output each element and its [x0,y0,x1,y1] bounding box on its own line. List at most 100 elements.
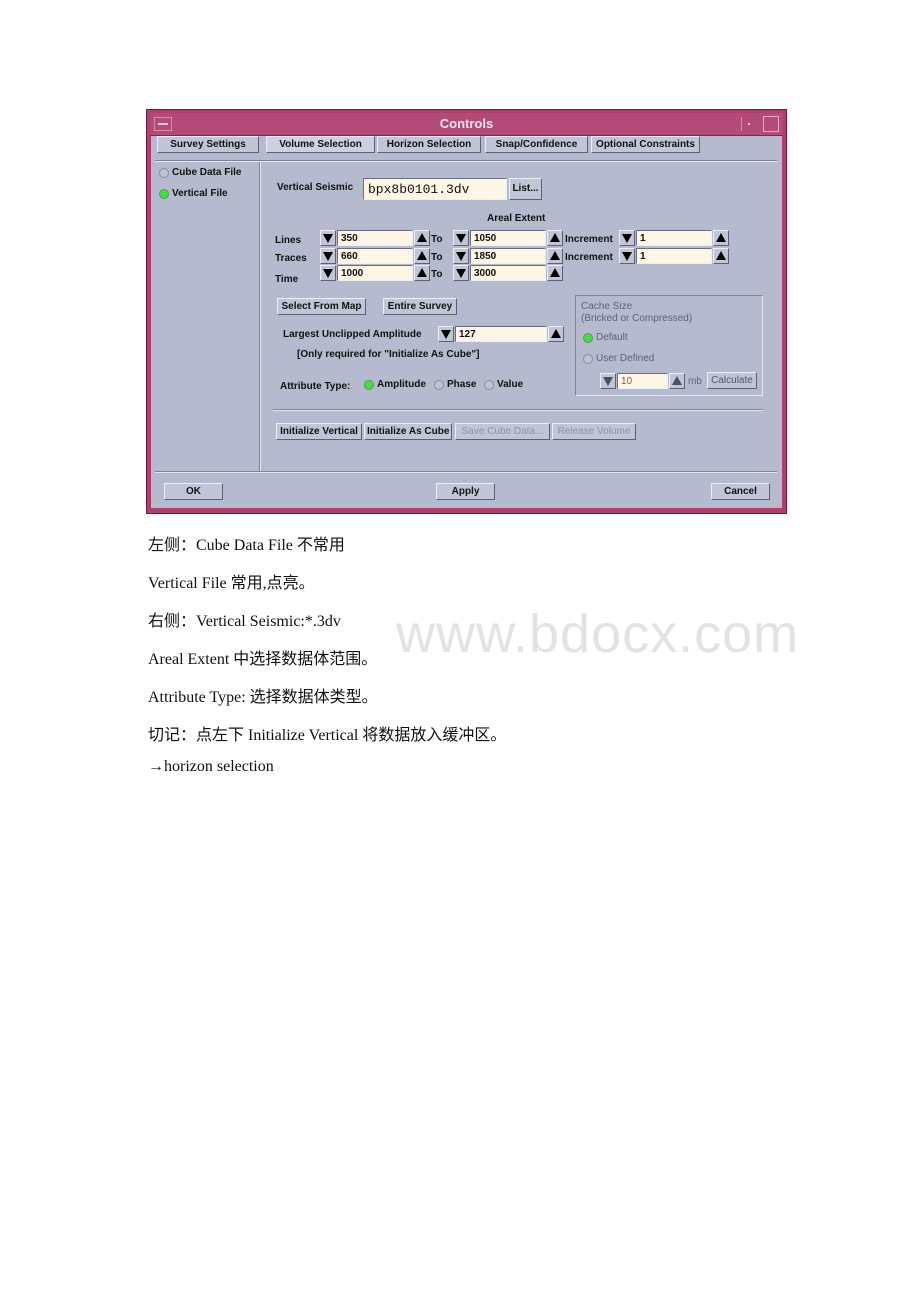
traces-increment-increment[interactable] [713,248,729,264]
action-divider [273,409,763,411]
cache-increment[interactable] [669,373,685,389]
apply-button[interactable]: Apply [436,483,495,500]
cache-decrement[interactable] [600,373,616,389]
radio-cache-user-defined[interactable]: User Defined [583,353,654,364]
doc-line-left: 左侧：Cube Data File 不常用 [148,537,345,554]
tab-volume-selection[interactable]: Volume Selection [266,136,375,153]
radio-label: Default [596,332,628,343]
vertical-seismic-input[interactable] [363,178,507,200]
radio-cube-data-file[interactable]: Cube Data File [159,167,241,178]
radio-indicator [583,353,593,364]
radio-indicator [484,379,494,390]
tab-snap-confidence[interactable]: Snap/Confidence [485,136,588,153]
save-cube-data-button[interactable]: Save Cube Data... [455,423,550,440]
ok-button[interactable]: OK [164,483,223,500]
traces-to-decrement[interactable] [453,248,469,264]
time-from-increment[interactable] [414,265,430,281]
initialize-as-cube-button[interactable]: Initialize As Cube [364,423,452,440]
cache-size-subtitle: (Bricked or Compressed) [581,313,693,324]
radio-indicator [583,332,593,343]
to-label: To [431,252,443,263]
radio-label: Value [497,379,524,390]
tab-horizon-selection[interactable]: Horizon Selection [377,136,481,153]
time-from-decrement[interactable] [320,265,336,281]
increment-label: Increment [565,252,613,263]
radio-indicator [159,188,169,199]
lines-increment-decrement[interactable] [619,230,635,246]
vertical-seismic-label: Vertical Seismic [277,182,354,193]
amplitude-decrement[interactable] [438,326,454,342]
time-label: Time [275,274,299,285]
controls-window: Controls Survey Settings Volume Selectio… [146,109,787,514]
traces-label: Traces [275,253,307,264]
doc-line-attribute-type: Attribute Type: 选择数据体类型。 [148,689,378,706]
tab-survey-settings[interactable]: Survey Settings [157,136,259,153]
initialize-vertical-button[interactable]: Initialize Vertical [276,423,362,440]
radio-vertical-file[interactable]: Vertical File [159,188,228,199]
radio-label: Cube Data File [172,167,242,178]
doc-line-vertical-file: Vertical File 常用,点亮。 [148,575,315,592]
radio-label: Phase [447,379,477,390]
radio-amplitude[interactable]: Amplitude [364,379,426,390]
time-from-input[interactable] [337,265,413,281]
radio-indicator [159,167,169,178]
minimize-icon[interactable] [741,117,757,131]
traces-from-increment[interactable] [414,248,430,264]
amplitude-label: Largest Unclipped Amplitude [283,329,422,340]
calculate-button[interactable]: Calculate [707,372,757,389]
maximize-icon[interactable] [763,116,779,132]
lines-from-decrement[interactable] [320,230,336,246]
increment-label: Increment [565,234,613,245]
amplitude-note: [Only required for "Initialize As Cube"] [297,349,480,360]
select-from-map-button[interactable]: Select From Map [277,298,366,315]
list-button[interactable]: List... [509,178,542,200]
lines-label: Lines [275,235,302,246]
footer-divider [155,471,777,473]
traces-from-decrement[interactable] [320,248,336,264]
lines-from-input[interactable] [337,230,413,246]
areal-extent-heading: Areal Extent [487,213,546,224]
radio-phase[interactable]: Phase [434,379,476,390]
lines-from-increment[interactable] [414,230,430,246]
window-title: Controls [439,116,494,131]
sidebar-divider [259,162,261,472]
traces-increment-input[interactable] [636,248,712,264]
to-label: To [431,234,443,245]
time-to-decrement[interactable] [453,265,469,281]
entire-survey-button[interactable]: Entire Survey [383,298,457,315]
doc-line-right: 右侧：Vertical Seismic:*.3dv [148,613,341,630]
lines-increment-input[interactable] [636,230,712,246]
lines-increment-increment[interactable] [713,230,729,246]
cache-size-title: Cache Size [581,301,633,312]
lines-to-increment[interactable] [547,230,563,246]
watermark: www.bdocx.com [396,604,800,664]
radio-cache-default[interactable]: Default [583,332,628,343]
window-body: Survey Settings Volume Selection Horizon… [151,136,782,508]
amplitude-increment[interactable] [548,326,564,342]
lines-to-decrement[interactable] [453,230,469,246]
time-to-input[interactable] [470,265,546,281]
radio-indicator [434,379,444,390]
traces-to-increment[interactable] [547,248,563,264]
tab-divider [155,160,777,162]
radio-indicator [364,379,374,390]
lines-to-input[interactable] [470,230,546,246]
radio-label: Amplitude [377,379,426,390]
doc-line-remember: 切记：点左下 Initialize Vertical 将数据放入缓冲区。 [148,727,507,744]
to-label: To [431,269,443,280]
amplitude-input[interactable] [455,326,547,342]
traces-increment-decrement[interactable] [619,248,635,264]
doc-line-areal-extent: Areal Extent 中选择数据体范围。 [148,651,378,668]
tab-optional-constraints[interactable]: Optional Constraints [591,136,700,153]
traces-to-input[interactable] [470,248,546,264]
traces-from-input[interactable] [337,248,413,264]
radio-label: User Defined [596,353,655,364]
release-volume-button[interactable]: Release Volume [552,423,636,440]
radio-label: Vertical File [172,188,228,199]
doc-line-next: →horizon selection [148,758,274,775]
cache-size-input[interactable] [617,373,668,389]
time-to-increment[interactable] [547,265,563,281]
title-bar[interactable]: Controls [150,113,783,136]
radio-value[interactable]: Value [484,379,523,390]
cancel-button[interactable]: Cancel [711,483,770,500]
